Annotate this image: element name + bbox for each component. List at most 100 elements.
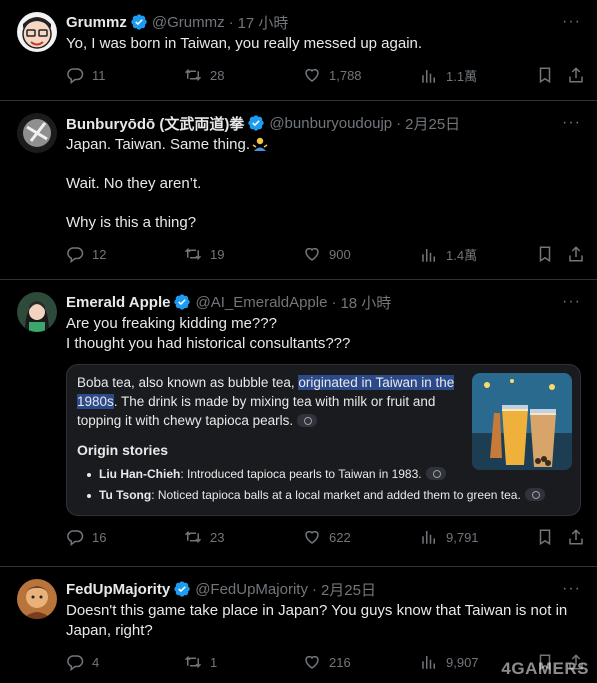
separator-dot: · [396,114,402,132]
reply-button[interactable]: 12 [66,245,106,263]
user-handle[interactable]: @AI_EmeraldApple [195,294,327,311]
bubble-tea-photo [472,373,572,470]
avatar[interactable] [17,12,57,52]
tweet-text: Are you freaking kidding me??? I thought… [66,315,351,352]
action-bar: 12 19 900 1.4萬 [66,233,583,277]
origin-desc: : Noticed tapioca balls at a local marke… [151,488,521,502]
avatar[interactable] [17,292,57,332]
retweet-button[interactable]: 28 [184,66,224,84]
reply-icon [67,530,84,546]
tweet[interactable]: Emerald Apple @AI_EmeraldApple · 18 小時 ·… [0,280,597,567]
user-handle[interactable]: @Grummz [152,14,225,31]
more-icon[interactable]: ··· [562,13,581,31]
like-button[interactable]: 216 [303,653,351,671]
retweet-button[interactable]: 23 [184,528,224,546]
views-button[interactable]: 9,791 [420,528,479,546]
more-icon[interactable]: ··· [562,114,581,132]
retweet-count: 1 [210,654,218,670]
display-name[interactable]: FedUpMajority [66,581,170,598]
reply-button[interactable]: 4 [66,653,99,671]
share-icon [569,246,583,262]
separator-dot: · [311,580,317,598]
user-handle[interactable]: @FedUpMajority [195,581,308,598]
separator-dot: · [228,13,234,31]
view-count: 9,791 [446,529,479,545]
list-item: Tu Tsong: Noticed tapioca balls at a loc… [77,485,570,506]
avatar[interactable] [17,579,57,619]
view-count: 9,907 [446,654,479,670]
share-button[interactable] [567,66,585,84]
share-button[interactable] [567,245,585,263]
retweet-icon [184,247,202,261]
timestamp[interactable]: 2月25日 [405,113,460,134]
embedded-screenshot-card[interactable]: Boba tea, also known as bubble tea, orig… [66,364,581,516]
display-name[interactable]: Grummz [66,14,127,31]
like-button[interactable]: 900 [303,245,351,263]
timestamp[interactable]: 17 小時 [238,12,289,33]
timestamp[interactable]: 2月25日 [321,579,376,600]
retweet-icon [184,530,202,544]
verified-icon [248,115,264,131]
tweet-text: Doesn't this game take place in Japan? Y… [66,602,572,639]
user-handle[interactable]: @bunburyoudoujp [269,115,392,132]
bookmark-button[interactable] [536,245,554,263]
tweet-text-line: Japan. Taiwan. Same thing. [66,136,251,153]
tweet[interactable]: Grummz @Grummz · 17 小時 ··· Yo, I was bor… [0,0,597,101]
display-name[interactable]: Bunburyōdō (文武両道)拳 [66,113,244,134]
link-icon[interactable] [425,467,446,480]
timestamp[interactable]: 18 小時 [340,292,391,313]
tweet-text-line: Why is this a thing? [66,214,197,231]
like-button[interactable]: 1,788 [303,66,362,84]
retweet-count: 23 [210,529,225,545]
views-button[interactable]: 1.1萬 [420,66,477,85]
reply-button[interactable]: 16 [66,528,106,546]
link-icon[interactable] [524,488,545,501]
like-button[interactable]: 622 [303,528,351,546]
tweet-text: Japan. Taiwan. Same thing. [66,135,581,155]
share-button[interactable] [567,528,585,546]
like-count: 622 [329,529,351,545]
share-icon [569,529,583,545]
views-button[interactable]: 1.4萬 [420,245,477,264]
separator-dot: · [331,293,337,311]
more-icon[interactable]: ··· [562,293,581,311]
action-bar: 16 23 622 9,791 [66,516,583,560]
tweet[interactable]: Bunburyōdō (文武両道)拳 @bunburyoudoujp · 2月2… [0,101,597,280]
card-intro-text: Boba tea, also known as bubble tea, [77,375,299,390]
bookmark-icon [539,529,551,546]
retweet-button[interactable]: 1 [184,653,217,671]
more-icon[interactable]: ··· [562,580,581,598]
reply-count: 16 [92,529,107,545]
retweet-button[interactable]: 19 [184,245,224,263]
reply-count: 4 [92,654,100,670]
like-icon [305,530,319,544]
like-icon [305,247,319,261]
tweet-header: FedUpMajority @FedUpMajority · 2月25日 [66,579,581,599]
origin-name: Tu Tsong [99,488,152,502]
views-icon [422,69,435,83]
reply-icon [67,247,84,263]
watermark-logo: 4GAMERS [501,659,589,678]
retweet-icon [184,655,202,669]
display-name[interactable]: Emerald Apple [66,294,170,311]
bookmark-button[interactable] [536,528,554,546]
avatar[interactable] [17,113,57,153]
tweet-header: Bunburyōdō (文武両道)拳 @bunburyoudoujp · 2月2… [66,113,581,133]
view-count: 1.4萬 [446,248,478,263]
reply-button[interactable]: 11 [66,66,106,84]
tweet-header: Grummz @Grummz · 17 小時 [66,12,581,32]
tweet-header: Emerald Apple @AI_EmeraldApple · 18 小時 [66,292,581,312]
card-intro-text: . The drink is made by mixing tea with m… [77,394,436,428]
views-icon [422,531,435,544]
bookmark-icon [539,67,551,84]
bookmark-button[interactable] [536,66,554,84]
retweet-count: 19 [210,246,225,262]
views-button[interactable]: 9,907 [420,653,479,671]
like-count: 1,788 [329,67,362,83]
shrug-emoji-icon [252,137,268,151]
origin-name: Liu Han-Chieh [99,467,181,481]
verified-icon [174,581,190,597]
reply-icon [67,655,84,671]
reply-icon [67,68,84,84]
link-icon[interactable] [297,414,318,427]
